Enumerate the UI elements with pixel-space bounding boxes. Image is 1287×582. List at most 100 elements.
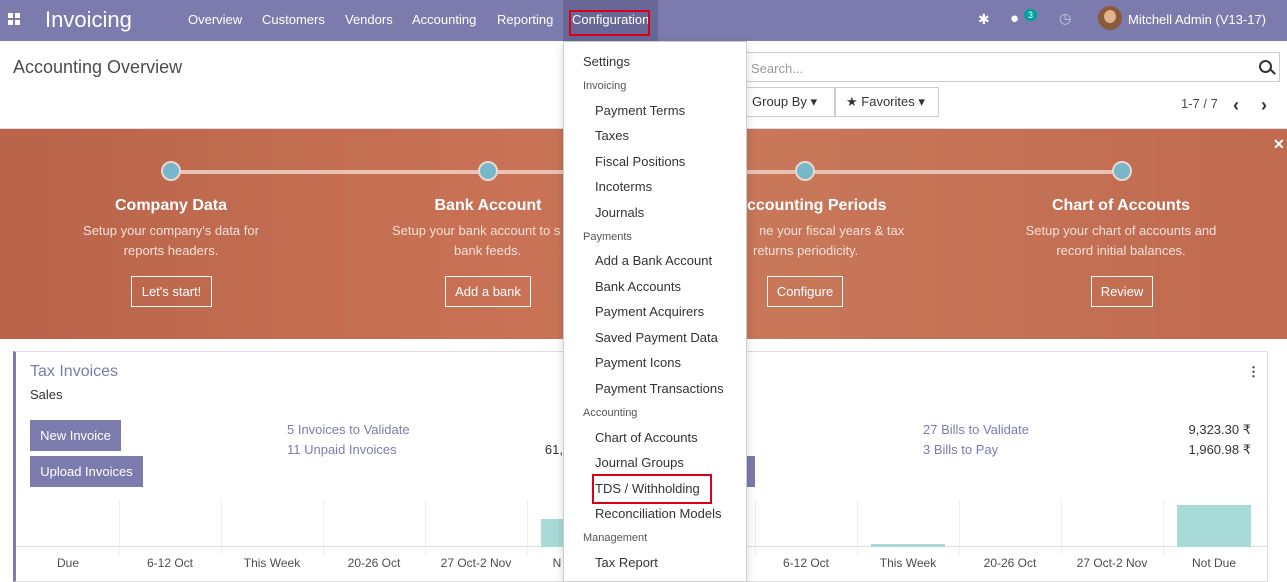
menu-overview[interactable]: Overview <box>188 12 242 27</box>
journal-title[interactable]: Tax Invoices <box>30 363 118 381</box>
grid-line <box>1061 500 1062 555</box>
user-menu[interactable]: Mitchell Admin (V13-17) <box>1128 12 1266 27</box>
pager-previous-icon[interactable]: ‹ <box>1233 95 1239 116</box>
grid-line <box>221 500 222 555</box>
upload-invoices-button[interactable]: Upload Invoices <box>30 456 143 487</box>
bills-to-validate-amount: 9,323.30 ₹ <box>1188 422 1252 437</box>
bills-to-pay-link[interactable]: 3 Bills to Pay <box>923 442 998 457</box>
step-desc-line: returns periodicity. <box>753 243 859 258</box>
graph-label: 6-12 Oct <box>782 556 830 570</box>
dropdown-journal-groups[interactable]: Journal Groups <box>595 455 684 470</box>
lets-start-button[interactable]: Let's start! <box>131 276 212 307</box>
step-desc: Setup your company's data for reports hea… <box>41 221 301 261</box>
review-button[interactable]: Review <box>1091 276 1153 307</box>
configure-button[interactable]: Configure <box>767 276 843 307</box>
bills-to-pay-amount: 1,960.98 ₹ <box>1188 442 1252 457</box>
dropdown-payment-terms[interactable]: Payment Terms <box>595 103 685 118</box>
graph-bar[interactable] <box>871 544 945 547</box>
menu-customers[interactable]: Customers <box>262 12 325 27</box>
step-desc-line: reports headers. <box>123 243 219 258</box>
graph-label: This Week <box>879 556 937 570</box>
step-desc: Setup your chart of accounts and record i… <box>991 221 1251 261</box>
close-icon[interactable]: ✕ <box>1273 136 1285 153</box>
dropdown-header-accounting: Accounting <box>583 407 638 419</box>
group-by-button[interactable]: Group By ▾ <box>735 87 835 117</box>
graph-label: 27 Oct-2 Nov <box>440 556 512 570</box>
dropdown-saved-payment-data[interactable]: Saved Payment Data <box>595 330 718 345</box>
dropdown-header-payments: Payments <box>583 231 632 243</box>
step-desc-line: ne your fiscal years & tax <box>759 223 905 238</box>
grid-line <box>755 500 756 555</box>
avatar[interactable] <box>1098 6 1122 30</box>
page-title: Accounting Overview <box>13 57 183 77</box>
new-invoice-button[interactable]: New Invoice <box>30 420 121 451</box>
step-dot <box>1112 161 1132 181</box>
dropdown-journals[interactable]: Journals <box>595 205 644 220</box>
step-title: ccounting Periods <box>747 197 887 214</box>
graph-label: 27 Oct-2 Nov <box>1076 556 1148 570</box>
pager-value[interactable]: 1-7 / 7 <box>1181 96 1218 111</box>
favorites-label: Favorites <box>861 94 915 109</box>
apps-menu-icon[interactable] <box>8 13 20 25</box>
dropdown-header-invoicing: Invoicing <box>583 80 627 92</box>
chat-icon[interactable]: ● <box>1010 10 1019 27</box>
dropdown-settings[interactable]: Settings <box>583 54 630 69</box>
favorites-button[interactable]: ★ Favorites ▾ <box>835 87 939 117</box>
graph-label: 6-12 Oct <box>146 556 194 570</box>
search-icon[interactable] <box>1259 60 1272 73</box>
star-icon: ★ <box>846 94 858 109</box>
dropdown-bank-accounts[interactable]: Bank Accounts <box>595 279 681 294</box>
dropdown-incoterms[interactable]: Incoterms <box>595 179 652 194</box>
dropdown-add-bank-account[interactable]: Add a Bank Account <box>595 253 712 268</box>
grid-line <box>959 500 960 555</box>
graph-label: 20-26 Oct <box>983 556 1037 570</box>
step-dot <box>161 161 181 181</box>
grid-line <box>527 500 528 555</box>
messages-badge: 3 <box>1024 9 1038 21</box>
dropdown-payment-acquirers[interactable]: Payment Acquirers <box>595 304 704 319</box>
grid-line <box>1163 500 1164 555</box>
grid-line <box>425 500 426 555</box>
step-title: Company Data <box>114 197 228 214</box>
step-desc-line: Setup your chart of accounts and <box>1025 223 1217 238</box>
graph-bar[interactable] <box>1177 505 1251 547</box>
step-dot <box>478 161 498 181</box>
menu-vendors[interactable]: Vendors <box>345 12 393 27</box>
dropdown-chart-of-accounts[interactable]: Chart of Accounts <box>595 430 698 445</box>
kebab-menu-icon[interactable]: ⋮ <box>1247 364 1260 380</box>
graph-label: Not Due <box>1191 556 1237 570</box>
bug-icon[interactable]: ✱ <box>978 11 990 28</box>
menu-accounting[interactable]: Accounting <box>412 12 476 27</box>
dropdown-reconciliation-models[interactable]: Reconciliation Models <box>595 506 721 521</box>
grid-line <box>119 500 120 555</box>
grid-line <box>857 500 858 555</box>
dropdown-header-management: Management <box>583 532 648 544</box>
app-brand[interactable]: Invoicing <box>45 7 132 33</box>
unpaid-invoices-amount: 61, <box>544 442 563 457</box>
step-dot <box>795 161 815 181</box>
menu-reporting[interactable]: Reporting <box>497 12 553 27</box>
dropdown-payment-transactions[interactable]: Payment Transactions <box>595 381 724 396</box>
dropdown-taxes[interactable]: Taxes <box>595 128 629 143</box>
highlight-tds-withholding <box>592 474 712 504</box>
step-desc-line: Setup your bank account to s <box>392 223 561 238</box>
unpaid-invoices-link[interactable]: 11 Unpaid Invoices <box>287 442 397 457</box>
search-placeholder[interactable]: Search... <box>751 61 803 76</box>
step-title: Chart of Accounts <box>1051 197 1191 214</box>
step-desc: ne your fiscal years & tax returns period… <box>747 221 907 261</box>
graph-label: N <box>552 556 562 570</box>
pager-next-icon[interactable]: › <box>1261 95 1267 116</box>
invoices-to-validate-link[interactable]: 5 Invoices to Validate <box>287 422 410 437</box>
graph-label: Due <box>56 556 79 570</box>
graph-bar[interactable] <box>541 519 565 547</box>
group-by-label: Group By <box>752 94 807 109</box>
dropdown-fiscal-positions[interactable]: Fiscal Positions <box>595 154 685 169</box>
graph-label: This Week <box>243 556 301 570</box>
bills-to-validate-link[interactable]: 27 Bills to Validate <box>923 422 1029 437</box>
search-input[interactable] <box>745 52 1280 82</box>
dropdown-tax-report[interactable]: Tax Report <box>595 555 658 570</box>
step-desc-line: Setup your company's data for <box>83 223 259 238</box>
add-bank-button[interactable]: Add a bank <box>445 276 531 307</box>
dropdown-payment-icons[interactable]: Payment Icons <box>595 355 681 370</box>
clock-icon[interactable]: ◷ <box>1059 10 1071 27</box>
